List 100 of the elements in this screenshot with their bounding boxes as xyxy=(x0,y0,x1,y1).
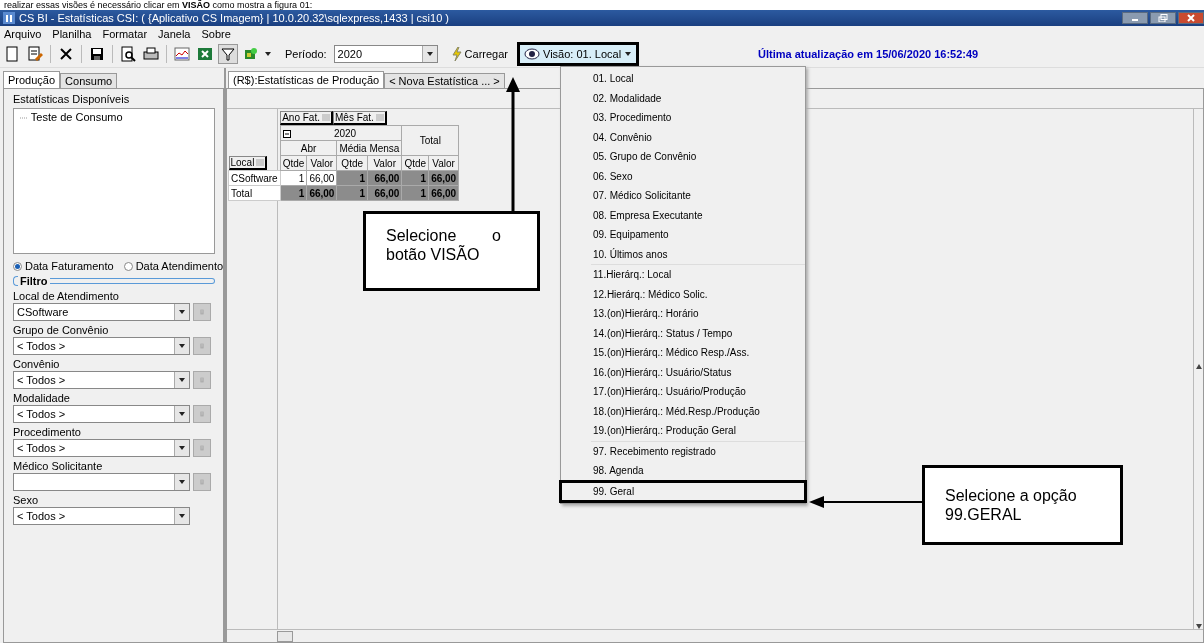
chart-icon xyxy=(174,46,190,62)
save-icon xyxy=(89,46,105,62)
menu-item[interactable]: 07. Médico Solicitante xyxy=(591,186,805,206)
field-button[interactable]: Local xyxy=(228,155,268,170)
filter-icon xyxy=(220,46,236,62)
menu-item[interactable]: 97. Recebimento registrado xyxy=(591,441,805,461)
tab[interactable]: Produção xyxy=(3,71,61,88)
document-text: realizar essas visões é necessário clicar em VISÃO como mostra a figura 01: xyxy=(3,0,314,10)
load-button[interactable]: Carregar xyxy=(448,47,510,61)
filter-label: Convênio xyxy=(13,358,61,370)
total-header: Total xyxy=(401,125,459,156)
measure-header: Qtde xyxy=(401,155,429,171)
period-dropdown[interactable]: 2020 xyxy=(333,45,438,63)
menu-item[interactable]: 04. Convênio xyxy=(591,127,805,147)
caret-icon xyxy=(178,342,186,350)
measure-header: Qtde xyxy=(280,155,307,171)
menu-item[interactable]: Sobre xyxy=(201,27,231,40)
filter-label: Procedimento xyxy=(13,426,82,438)
radio-option[interactable]: Data Atendimento xyxy=(123,260,224,272)
menu-item[interactable]: 14.(on)Hierárq.: Status / Tempo xyxy=(591,323,805,343)
window-title: CS BI - Estatísticas CSI: ( {Aplicativo CS Imagem} | 10.0.20.32\sqlexpress,1433 | csi10 ) xyxy=(19,12,450,24)
menu-item[interactable]: 18.(on)Hierárq.: Méd.Resp./Produção xyxy=(591,401,805,421)
menu-item[interactable]: 05. Grupo de Convênio xyxy=(591,147,805,167)
caret-icon xyxy=(178,512,186,520)
filter-label: Local de Atendimento xyxy=(13,290,120,302)
tab[interactable]: Consumo xyxy=(60,73,118,88)
caret-icon xyxy=(264,50,272,58)
menu-item[interactable]: 08. Empresa Executante xyxy=(591,205,805,225)
menu-item[interactable]: 16.(on)Hierárq.: Usuário/Status xyxy=(591,362,805,382)
filter-dropdown[interactable]: < Todos > xyxy=(13,371,190,389)
view-button[interactable]: Visão: 01. Local xyxy=(517,42,640,66)
menu-item[interactable]: Formatar xyxy=(102,27,148,40)
menu-item[interactable]: 12.Hierárq.: Médico Solic. xyxy=(591,284,805,304)
filter-dropdown[interactable] xyxy=(13,473,190,491)
eye-icon xyxy=(524,48,540,60)
menu-item[interactable]: 19.(on)Hierárq.: Produção Geral xyxy=(591,421,805,441)
caret-icon xyxy=(425,50,434,58)
filter-dropdown[interactable]: < Todos > xyxy=(13,337,190,355)
menu-item[interactable]: 03. Procedimento xyxy=(591,108,805,128)
filter-label: Grupo de Convênio xyxy=(13,324,110,336)
caret-icon xyxy=(178,410,186,418)
caret-icon xyxy=(178,444,186,452)
scroll-up-icon[interactable] xyxy=(1195,364,1202,369)
toolbar-button[interactable] xyxy=(218,44,238,64)
menu-item[interactable]: 98. Agenda xyxy=(591,461,805,481)
vertical-scrollbar[interactable] xyxy=(1193,109,1203,629)
period-label: Período: xyxy=(285,48,327,60)
restore-button[interactable] xyxy=(1150,12,1176,24)
menu-item[interactable]: 17.(on)Hierárq.: Usuário/Produção xyxy=(591,382,805,402)
menu-item[interactable]: 11.Hierárq.: Local xyxy=(591,265,805,285)
filter-label: Médico Solicitante xyxy=(13,460,104,472)
callout-text: Selecione a opção 99.GERAL xyxy=(922,465,1123,545)
delete-icon xyxy=(58,46,74,62)
menu-item[interactable]: 09. Equipamento xyxy=(591,225,805,245)
menu-item[interactable]: Arquivo xyxy=(4,27,42,40)
filter-title: Filtro xyxy=(20,275,48,287)
filter-dropdown[interactable]: < Todos > xyxy=(13,507,190,525)
last-update-text: Última atualização em 15/06/2020 16:52:49 xyxy=(758,48,979,60)
callout-text: Selecione o botão VISÃO xyxy=(363,211,540,291)
lightning-icon xyxy=(450,47,463,61)
menu-item[interactable]: 01. Local xyxy=(591,69,805,89)
menu-item[interactable]: 13.(on)Hierárq.: Horário xyxy=(591,304,805,324)
filter-dropdown[interactable]: < Todos > xyxy=(13,405,190,423)
menu-item[interactable]: Planilha xyxy=(52,27,92,40)
filter-dropdown[interactable]: CSoftware xyxy=(13,303,190,321)
printer-icon xyxy=(143,46,159,62)
measure-header: Valor xyxy=(306,155,337,171)
filter-dropdown[interactable]: < Todos > xyxy=(13,439,190,457)
caret-icon xyxy=(624,50,633,58)
row-label: CSoftware xyxy=(228,170,281,186)
tab[interactable]: < Nova Estatística ... > xyxy=(384,73,505,88)
menu-item[interactable]: Janela xyxy=(158,27,191,40)
document-edit-icon xyxy=(27,46,43,62)
period-header: Abr xyxy=(280,140,337,156)
caret-icon xyxy=(178,376,186,384)
menu-item[interactable]: 10. Últimos anos xyxy=(591,244,805,264)
measure-header: Valor xyxy=(428,155,459,171)
radio-option[interactable]: Data Faturamento xyxy=(13,260,114,272)
field-button[interactable]: Mês Fat. xyxy=(333,111,387,125)
scroll-down-icon[interactable] xyxy=(1195,624,1202,629)
print-preview-icon xyxy=(120,46,136,62)
toolbar-button[interactable] xyxy=(118,44,138,64)
close-button[interactable] xyxy=(1178,12,1204,24)
menu-item[interactable]: 99. Geral xyxy=(561,481,805,501)
horizontal-scrollbar[interactable] xyxy=(227,629,1203,642)
restore-icon xyxy=(1158,14,1168,22)
collapse-icon[interactable] xyxy=(282,129,291,138)
list-item[interactable]: Teste de Consumo xyxy=(20,111,208,123)
spreadsheet-icon xyxy=(197,46,213,62)
list-title: Estatísticas Disponíveis xyxy=(13,93,131,105)
tab[interactable]: (R$):Estatísticas de Produção xyxy=(228,71,385,88)
menu-item[interactable]: 15.(on)Hierárq.: Médico Resp./Ass. xyxy=(591,343,805,363)
measure-header: Qtde xyxy=(336,155,368,171)
measure-header: Valor xyxy=(367,155,402,171)
field-button[interactable]: Ano Fat. xyxy=(280,111,333,125)
menu-item[interactable]: 06. Sexo xyxy=(591,166,805,186)
caret-icon xyxy=(178,478,186,486)
menu-item[interactable]: 02. Modalidade xyxy=(591,88,805,108)
minimize-button[interactable] xyxy=(1122,12,1148,24)
app-icon xyxy=(3,12,15,24)
